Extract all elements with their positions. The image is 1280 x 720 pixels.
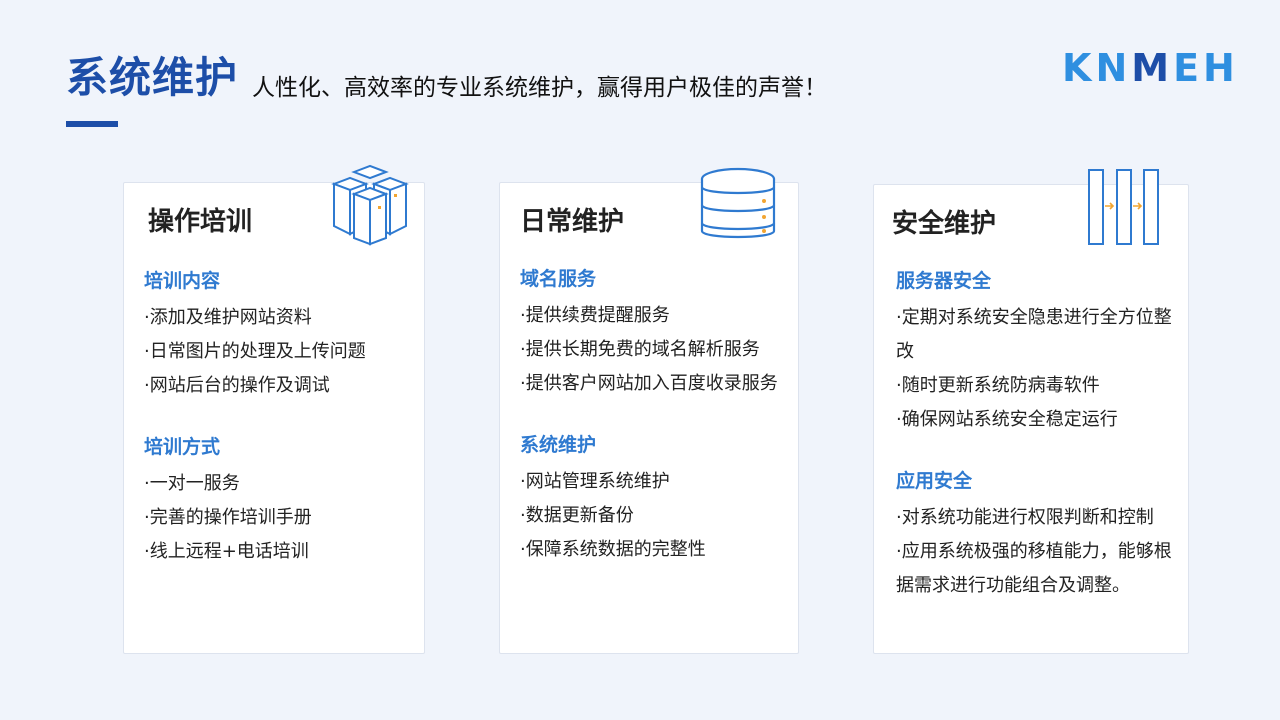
list-item: ·网站后台的操作及调试	[144, 375, 330, 396]
logo-letter-m: M	[1131, 46, 1174, 90]
section-heading: 培训方式	[144, 436, 221, 458]
section-server-security: 服务器安全 ·定期对系统安全隐患进行全方位整改 ·随时更新系统防病毒软件 ·确保…	[896, 267, 1172, 437]
title-underline	[66, 121, 118, 127]
list-item: ·应用系统极强的移植能力，能够根据需求进行功能组合及调整。	[896, 541, 1172, 596]
card-security-maintenance: 安全维护 服务器安全 ·定期对系统安全隐患进行全方位整改 ·随时更新系统防病毒软…	[873, 184, 1189, 654]
section-application-security: 应用安全 ·对系统功能进行权限判断和控制 ·应用系统极强的移植能力，能够根据需求…	[896, 467, 1172, 603]
logo-letter-n: N	[1095, 46, 1132, 90]
server-cluster-icon	[331, 164, 409, 246]
card-operation-training: 操作培训 培训内容 ·添加及维护网站资料 ·日常图片的处理及上传问题 ·网站后台…	[123, 182, 425, 654]
list-item: ·网站管理系统维护	[520, 471, 670, 492]
brand-logo: KNMEH	[1062, 46, 1239, 90]
database-icon	[700, 167, 776, 239]
card-title: 日常维护	[520, 207, 625, 237]
list-item: ·定期对系统安全隐患进行全方位整改	[896, 307, 1172, 362]
list-item: ·日常图片的处理及上传问题	[144, 341, 366, 362]
list-item: ·一对一服务	[144, 473, 240, 494]
section-domain-service: 域名服务 ·提供续费提醒服务 ·提供长期免费的域名解析服务 ·提供客户网站加入百…	[520, 265, 782, 401]
server-rack-icon	[1088, 169, 1159, 245]
section-heading: 服务器安全	[896, 270, 992, 292]
list-item: ·对系统功能进行权限判断和控制	[896, 507, 1154, 528]
section-training-method: 培训方式 ·一对一服务 ·完善的操作培训手册 ·线上远程+电话培训	[144, 433, 414, 569]
card-title: 安全维护	[892, 209, 997, 239]
list-item: ·添加及维护网站资料	[144, 307, 312, 328]
list-item: ·保障系统数据的完整性	[520, 539, 706, 560]
section-heading: 系统维护	[520, 434, 597, 456]
section-training-content: 培训内容 ·添加及维护网站资料 ·日常图片的处理及上传问题 ·网站后台的操作及调…	[144, 267, 414, 403]
list-item: ·提供客户网站加入百度收录服务	[520, 373, 778, 394]
list-item: ·线上远程+电话培训	[144, 541, 309, 562]
list-item: ·提供长期免费的域名解析服务	[520, 339, 760, 360]
section-system-maintenance: 系统维护 ·网站管理系统维护 ·数据更新备份 ·保障系统数据的完整性	[520, 431, 782, 567]
list-item: ·随时更新系统防病毒软件	[896, 375, 1100, 396]
page-title: 系统维护	[66, 53, 239, 102]
section-heading: 培训内容	[144, 270, 221, 292]
section-heading: 域名服务	[520, 268, 597, 290]
list-item: ·完善的操作培训手册	[144, 507, 312, 528]
card-title: 操作培训	[148, 207, 253, 237]
list-item: ·确保网站系统安全稳定运行	[896, 409, 1118, 430]
card-daily-maintenance: 日常维护 域名服务 ·提供续费提醒服务 ·提供长期免费的域名解析服务 ·提供客户…	[499, 182, 799, 654]
section-heading: 应用安全	[896, 470, 973, 492]
page-subtitle: 人性化、高效率的专业系统维护，赢得用户极佳的声誉！	[252, 75, 827, 101]
logo-letter-k: K	[1062, 46, 1096, 90]
logo-letters-eh: EH	[1173, 46, 1239, 90]
list-item: ·提供续费提醒服务	[520, 305, 670, 326]
list-item: ·数据更新备份	[520, 505, 634, 526]
